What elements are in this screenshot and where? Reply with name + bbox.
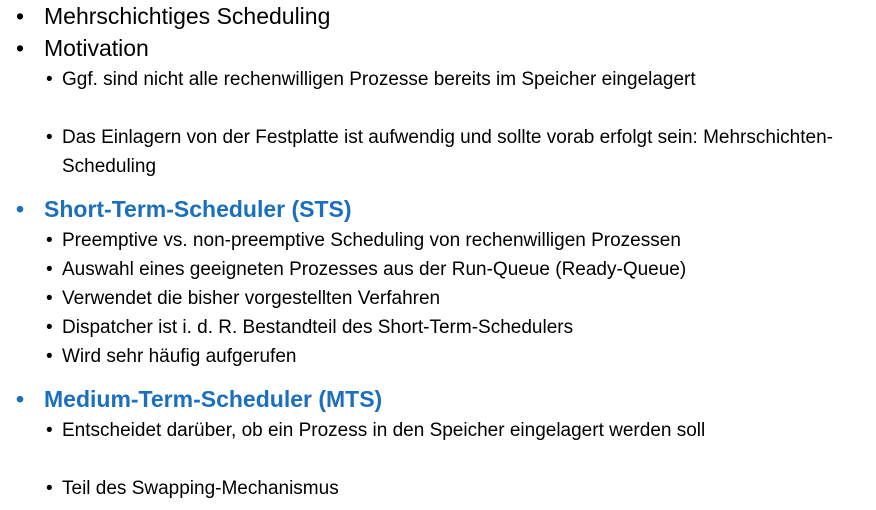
sub-bullet-preemptive: • Preemptive vs. non-preemptive Scheduli…: [46, 226, 866, 255]
bullet-text: Short-Term-Scheduler (STS): [44, 196, 352, 222]
sub-bullet-marker: •: [46, 230, 53, 251]
sub-bullet-auswahl: • Auswahl eines geeigneten Prozesses aus…: [46, 255, 866, 284]
sub-bullet-marker: •: [46, 288, 53, 309]
sub-bullet-entscheidet: • Entscheidet darüber, ob ein Prozess in…: [46, 416, 846, 445]
sub-bullet-text: Dispatcher ist i. d. R. Bestandteil des …: [62, 317, 574, 338]
sub-bullet-verwendet: • Verwendet die bisher vorgestellten Ver…: [46, 284, 866, 313]
sub-bullet-text: Preemptive vs. non-preemptive Scheduling…: [62, 230, 681, 251]
sub-bullet-marker: •: [46, 420, 53, 441]
sub-bullet-marker: •: [46, 127, 53, 148]
sub-bullet-dispatcher: • Dispatcher ist i. d. R. Bestandteil de…: [46, 313, 866, 342]
slide: • Mehrschichtiges Scheduling • Motivatio…: [0, 0, 876, 510]
bullet-marker: •: [16, 196, 25, 222]
sub-bullet-marker: •: [46, 346, 53, 367]
bullet-marker: •: [16, 35, 25, 61]
sub-bullet-swapping: • Teil des Swapping-Mechanismus: [46, 474, 866, 503]
bullet-text: Mehrschichtiges Scheduling: [44, 3, 331, 29]
bullet-text: Motivation: [44, 35, 149, 61]
bullet-text: Medium-Term-Scheduler (MTS): [44, 386, 383, 412]
sub-bullet-haeufig: • Wird sehr häufig aufgerufen: [46, 342, 866, 371]
sub-bullet-einlagern: • Das Einlagern von der Festplatte ist a…: [46, 123, 836, 181]
sub-bullet-marker: •: [46, 478, 53, 499]
sub-bullet-text: Ggf. sind nicht alle rechenwilligen Proz…: [62, 69, 696, 90]
sub-bullet-marker: •: [46, 259, 53, 280]
bullet-marker: •: [16, 386, 25, 412]
sub-bullet-marker: •: [46, 69, 53, 90]
sub-bullet-text: Wird sehr häufig aufgerufen: [62, 346, 297, 367]
sub-bullet-text: Das Einlagern von der Festplatte ist auf…: [62, 127, 833, 177]
sub-bullet-text: Auswahl eines geeigneten Prozesses aus d…: [62, 259, 687, 280]
sub-bullet-text: Entscheidet darüber, ob ein Prozess in d…: [62, 420, 706, 441]
sub-bullet-text: Teil des Swapping-Mechanismus: [62, 478, 339, 499]
sub-bullet-ggf: • Ggf. sind nicht alle rechenwilligen Pr…: [46, 65, 766, 94]
sub-bullet-marker: •: [46, 317, 53, 338]
sub-bullet-text: Verwendet die bisher vorgestellten Verfa…: [62, 288, 441, 309]
bullet-marker: •: [16, 3, 25, 29]
